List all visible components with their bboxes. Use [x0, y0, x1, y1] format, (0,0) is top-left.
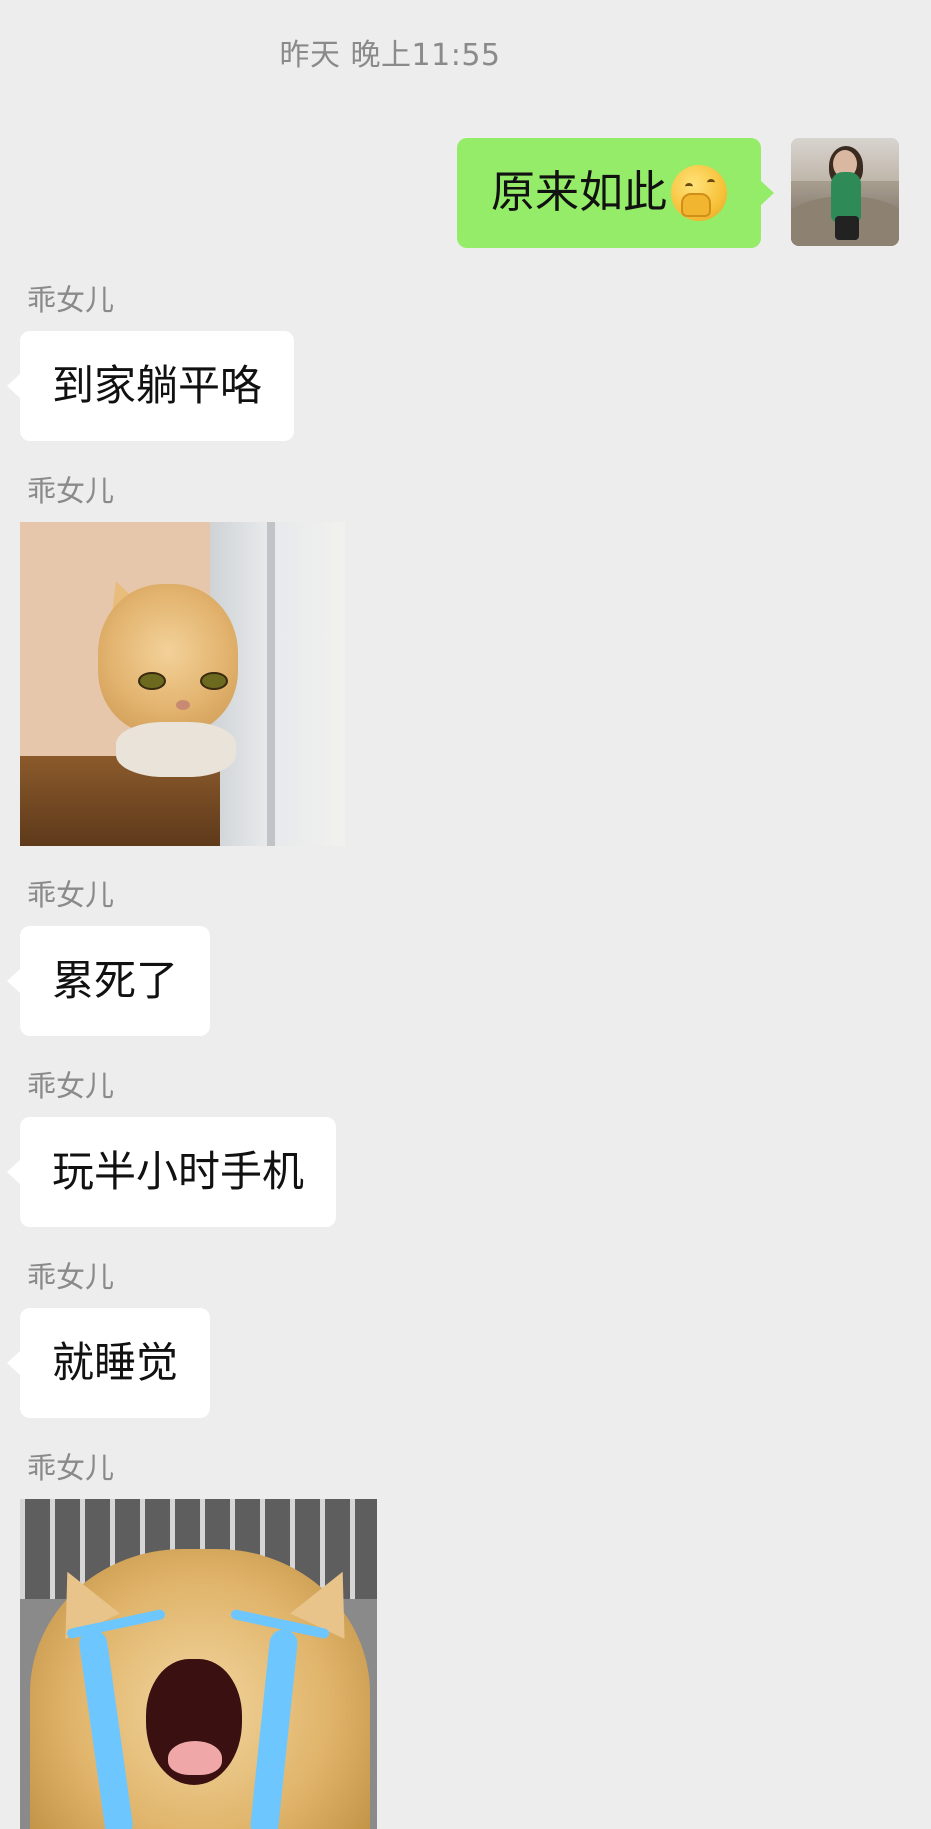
incoming-message: 乖女儿 到家躺平咯: [6, 281, 295, 441]
sender-name: 乖女儿: [27, 878, 115, 912]
incoming-message-text: 到家躺平咯: [52, 361, 263, 410]
incoming-message-bubble[interactable]: 到家躺平咯: [6, 331, 295, 441]
chat-timestamp: 昨天 晚上11:55: [279, 38, 501, 73]
outgoing-message-bubble[interactable]: 原来如此: [457, 138, 774, 248]
sender-name: 乖女儿: [27, 1260, 115, 1294]
incoming-message-bubble[interactable]: 玩半小时手机: [6, 1117, 337, 1227]
incoming-message-bubble[interactable]: 累死了: [6, 926, 211, 1036]
sender-name: 乖女儿: [27, 1451, 115, 1485]
outgoing-message-row: 原来如此: [457, 138, 899, 248]
cat-peeking-sticker[interactable]: [20, 522, 345, 846]
my-avatar[interactable]: [791, 138, 899, 246]
incoming-sticker-message: 乖女儿: [20, 472, 345, 846]
incoming-message: 乖女儿 累死了: [6, 876, 211, 1036]
incoming-message-text: 玩半小时手机: [52, 1147, 305, 1196]
incoming-message-bubble[interactable]: 就睡觉: [6, 1308, 211, 1418]
sender-name: 乖女儿: [27, 1069, 115, 1103]
incoming-message: 乖女儿 就睡觉: [6, 1258, 211, 1418]
sender-name: 乖女儿: [27, 283, 115, 317]
incoming-message-text: 就睡觉: [52, 1338, 179, 1387]
shushing-face-emoji-icon: [671, 165, 727, 221]
incoming-sticker-message: 乖女儿: [20, 1449, 377, 1829]
sender-name: 乖女儿: [27, 474, 115, 508]
outgoing-message-text: 原来如此: [491, 167, 667, 218]
incoming-message-text: 累死了: [52, 956, 179, 1005]
incoming-message: 乖女儿 玩半小时手机: [6, 1067, 337, 1227]
crying-cat-sticker[interactable]: [20, 1499, 377, 1829]
